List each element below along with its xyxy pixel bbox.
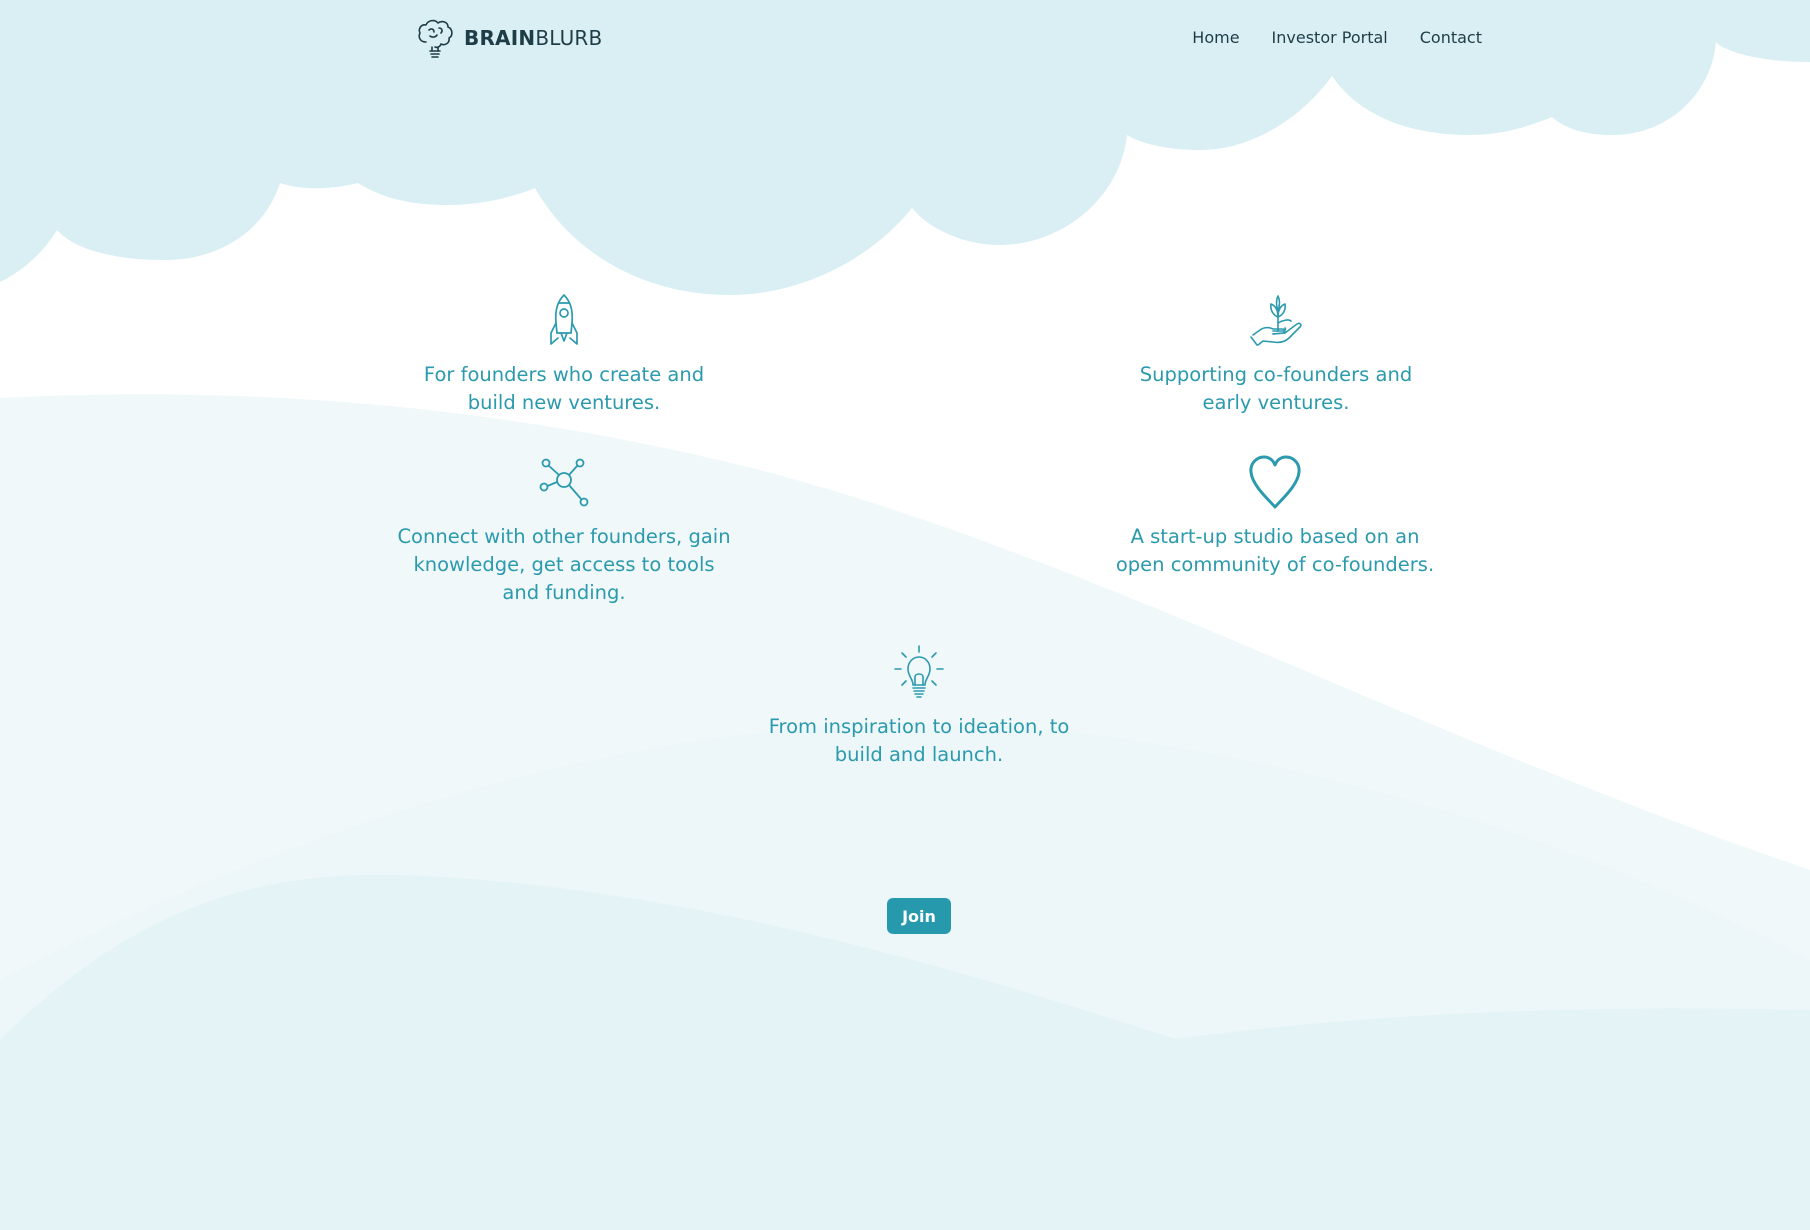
feature-inspiration: From inspiration to ideation, to build a… xyxy=(749,645,1089,769)
nav-home[interactable]: Home xyxy=(1192,28,1239,47)
feature-connect-text: Connect with other founders, gain knowle… xyxy=(397,525,731,604)
feature-inspiration-text: From inspiration to ideation, to build a… xyxy=(768,715,1070,766)
feature-founders-text: For founders who create and build new ve… xyxy=(423,363,705,414)
background-art xyxy=(0,0,1810,1230)
feature-connect: Connect with other founders, gain knowle… xyxy=(396,455,732,607)
main-nav: Home Investor Portal Contact xyxy=(1192,28,1482,47)
feature-supporting-text: Supporting co-founders and early venture… xyxy=(1139,363,1413,414)
feature-supporting: Supporting co-founders and early venture… xyxy=(1120,293,1432,417)
rocket-icon xyxy=(550,294,578,345)
site-header: BRAINBLURB Home Investor Portal Contact xyxy=(0,0,1810,76)
brain-lightbulb-icon xyxy=(418,19,453,58)
brand-name: BRAINBLURB xyxy=(464,26,602,50)
page: BRAINBLURB Home Investor Portal Contact … xyxy=(0,0,1810,1230)
hand-plant-icon xyxy=(1250,295,1302,346)
brand-name-bold: BRAIN xyxy=(464,26,536,50)
brand-name-light: BLURB xyxy=(535,26,603,50)
lightbulb-icon xyxy=(894,645,944,698)
join-button[interactable]: Join xyxy=(887,898,951,934)
feature-community-text: A start-up studio based on an open commu… xyxy=(1115,525,1435,576)
feature-community: A start-up studio based on an open commu… xyxy=(1115,455,1435,579)
network-icon xyxy=(539,458,589,507)
heart-icon xyxy=(1249,455,1301,509)
brand-logo[interactable]: BRAINBLURB xyxy=(416,18,602,58)
nav-investor-portal[interactable]: Investor Portal xyxy=(1272,28,1388,47)
nav-contact[interactable]: Contact xyxy=(1420,28,1482,47)
feature-founders: For founders who create and build new ve… xyxy=(408,293,720,417)
